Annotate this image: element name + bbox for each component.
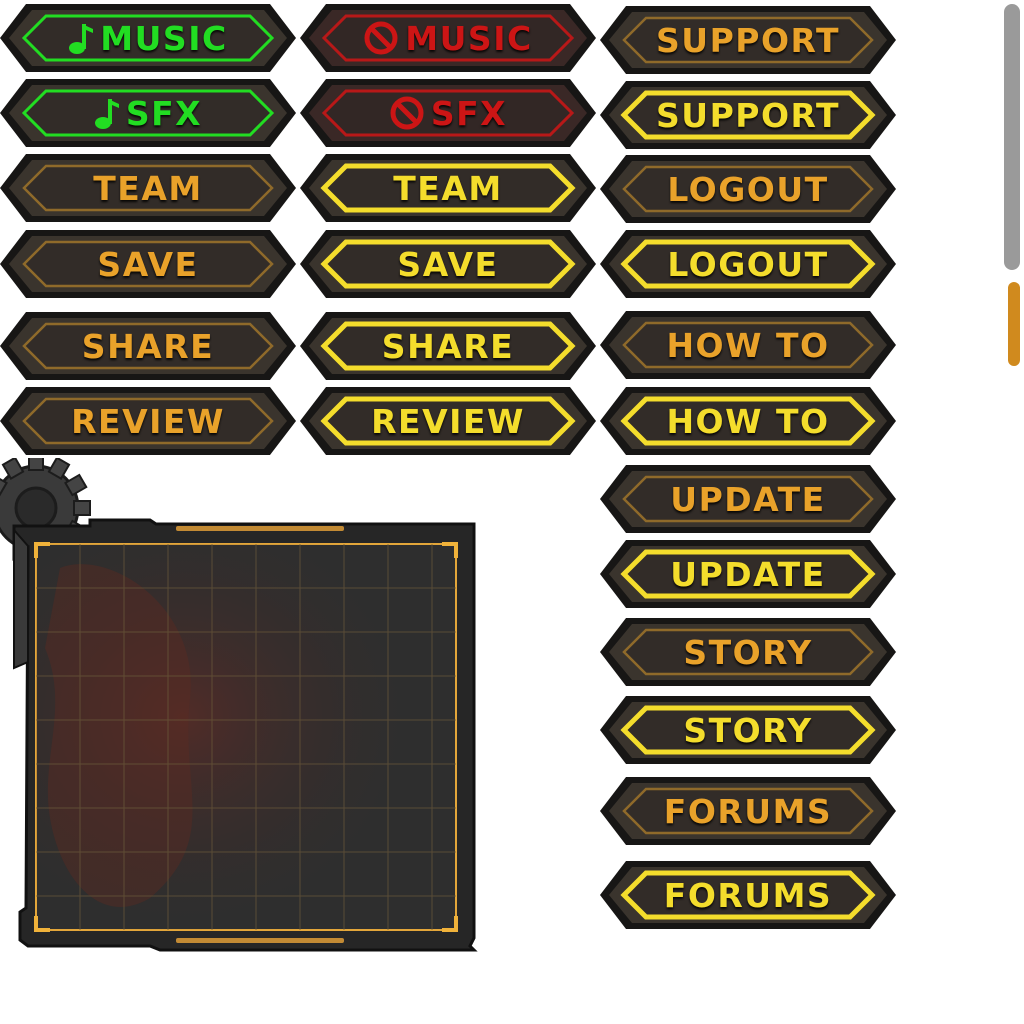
button-music-on[interactable]: MUSIC [0,2,296,74]
button-update-highlight[interactable]: UPDATE [600,538,896,610]
button-review-normal[interactable]: REVIEW [0,385,296,457]
button-logout-highlight[interactable]: LOGOUT [600,228,896,300]
button-save-highlight[interactable]: SAVE [300,228,596,300]
scrollbar-track[interactable] [1004,4,1020,270]
button-forums-normal[interactable]: FORUMS [600,775,896,847]
button-support-normal[interactable]: SUPPORT [600,4,896,76]
button-share-normal[interactable]: SHARE [0,310,296,382]
button-how-to-highlight[interactable]: HOW TO [600,385,896,457]
button-music-off[interactable]: MUSIC [300,2,596,74]
button-sfx-off[interactable]: SFX [300,77,596,149]
button-sfx-on[interactable]: SFX [0,77,296,149]
button-share-highlight[interactable]: SHARE [300,310,596,382]
button-story-normal[interactable]: STORY [600,616,896,688]
button-review-highlight[interactable]: REVIEW [300,385,596,457]
scrollbar-thumb[interactable] [1008,282,1020,366]
map-panel [0,453,480,958]
button-update-normal[interactable]: UPDATE [600,463,896,535]
button-logout-normal[interactable]: LOGOUT [600,153,896,225]
button-forums-highlight[interactable]: FORUMS [600,859,896,931]
button-save-normal[interactable]: SAVE [0,228,296,300]
button-team-highlight[interactable]: TEAM [300,152,596,224]
button-story-highlight[interactable]: STORY [600,694,896,766]
button-how-to-normal[interactable]: HOW TO [600,309,896,381]
button-team-normal[interactable]: TEAM [0,152,296,224]
button-support-highlight[interactable]: SUPPORT [600,79,896,151]
